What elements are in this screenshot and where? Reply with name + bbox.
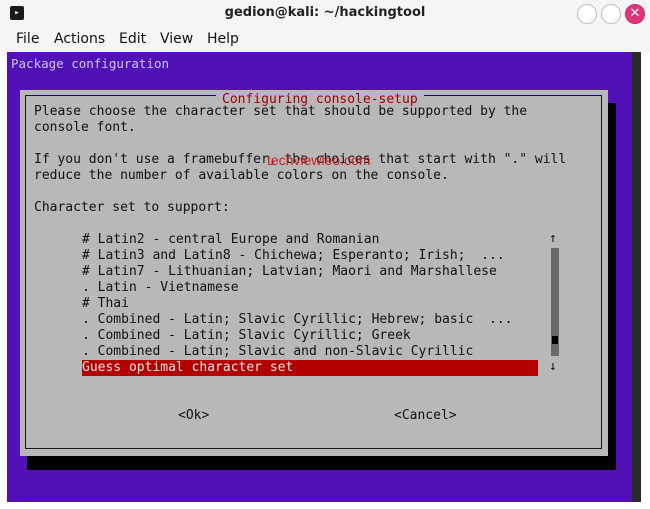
menu-bar: File Actions Edit View Help <box>0 28 650 52</box>
charset-option[interactable]: # Latin2 - central Europe and Romanian <box>82 232 379 248</box>
menu-edit[interactable]: Edit <box>119 31 146 47</box>
maximize-button[interactable] <box>601 4 621 24</box>
package-configuration-header: Package configuration <box>11 56 170 71</box>
charset-option-selected[interactable]: Guess optimal character set <box>82 360 538 376</box>
description-line: console font. <box>34 120 136 135</box>
window-title: gedion@kali: ~/hackingtool <box>224 5 426 20</box>
console-setup-dialog: Configuring console-setup Please choose … <box>20 90 608 456</box>
watermark-text: techviewleo.com <box>267 152 371 168</box>
charset-option[interactable]: # Thai <box>82 296 129 312</box>
description-line: Please choose the character set that sho… <box>34 104 528 119</box>
cancel-button[interactable]: <Cancel> <box>394 408 457 423</box>
close-button[interactable]: ✕ <box>625 4 645 24</box>
charset-option[interactable]: . Combined - Latin; Slavic and non-Slavi… <box>82 344 473 360</box>
ok-button[interactable]: <Ok> <box>178 408 209 423</box>
list-scrollbar-thumb[interactable] <box>552 336 558 344</box>
menu-view[interactable]: View <box>160 31 193 47</box>
terminal-scrollbar[interactable] <box>632 52 641 502</box>
menu-help[interactable]: Help <box>207 31 239 47</box>
charset-option[interactable]: . Latin - Vietnamese <box>82 280 239 296</box>
scroll-down-arrow-icon[interactable]: ↓ <box>549 359 557 374</box>
menu-actions[interactable]: Actions <box>54 31 105 47</box>
charset-option[interactable]: # Latin3 and Latin8 - Chichewa; Esperant… <box>82 248 505 264</box>
window-titlebar: ▸ gedion@kali: ~/hackingtool ✕ <box>0 0 650 29</box>
scroll-up-arrow-icon[interactable]: ↑ <box>549 231 557 246</box>
menu-file[interactable]: File <box>16 31 39 47</box>
charset-prompt: Character set to support: <box>34 200 230 215</box>
minimize-button[interactable] <box>577 4 597 24</box>
description-line: reduce the number of available colors on… <box>34 168 449 183</box>
charset-option[interactable]: . Combined - Latin; Slavic Cyrillic; Heb… <box>82 312 512 328</box>
terminal-area[interactable]: Package configuration Configuring consol… <box>7 52 641 502</box>
charset-option[interactable]: . Combined - Latin; Slavic Cyrillic; Gre… <box>82 328 411 344</box>
charset-option[interactable]: # Latin7 - Lithuanian; Latvian; Maori an… <box>82 264 497 280</box>
